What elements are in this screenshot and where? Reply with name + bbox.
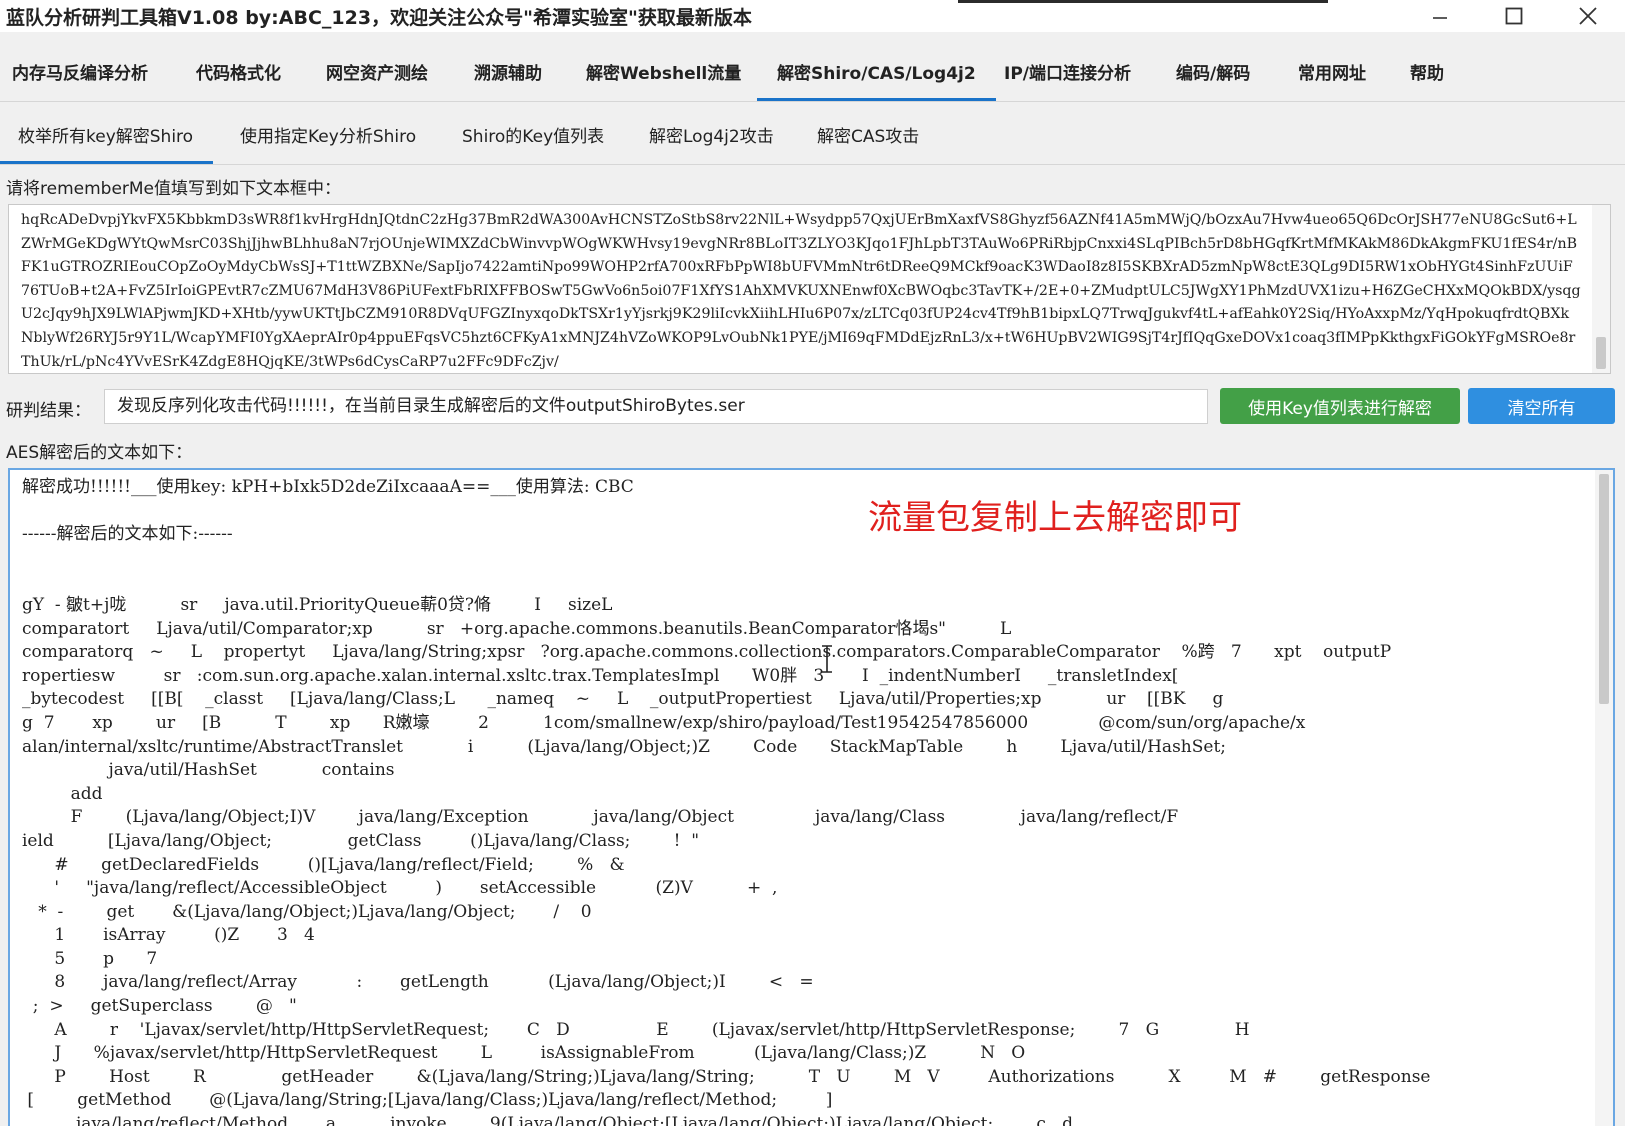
- rememberme-label: 请将rememberMe值填写到如下文本框中：: [6, 179, 342, 199]
- aes-output-line: F (Ljava/lang/Object;I)V java/lang/Excep…: [22, 807, 1179, 828]
- main-tab-divider: [0, 101, 1625, 102]
- aes-output-line: ' "java/lang/reflect/AccessibleObject ) …: [22, 878, 778, 899]
- tab-encode-decode[interactable]: 编码/解码: [1176, 52, 1250, 102]
- window-title: 蓝队分析研判工具箱V1.08 by:ABC_123，欢迎关注公众号"希潭实验室"…: [6, 7, 752, 29]
- subtab-decrypt-cas[interactable]: 解密CAS攻击: [817, 115, 919, 165]
- aes-output-line: g 7 xp ur [B T xp R嫩壕 2 1com/smallnew/ex…: [22, 712, 1306, 733]
- minimize-button[interactable]: [1414, 0, 1466, 32]
- tab-decrypt-shiro-cas-log4j2[interactable]: 解密Shiro/CAS/Log4j2: [757, 52, 996, 102]
- text-cursor-icon: [820, 644, 834, 674]
- maximize-icon: [1504, 6, 1524, 26]
- subtab-shiro-key-list[interactable]: Shiro的Key值列表: [462, 115, 604, 165]
- subtab-enumerate-keys-shiro[interactable]: 枚举所有key解密Shiro: [0, 115, 214, 165]
- title-bar: 蓝队分析研判工具箱V1.08 by:ABC_123，欢迎关注公众号"希潭实验室"…: [0, 0, 1625, 32]
- aes-output-line: comparatorq ~ L propertyt Ljava/lang/Str…: [22, 642, 1392, 663]
- subtab-specified-key-shiro[interactable]: 使用指定Key分析Shiro: [240, 115, 416, 165]
- red-annotation-text: 流量包复制上去解密即可: [868, 498, 1242, 538]
- aes-output-line: ; > getSuperclass @ ": [22, 996, 297, 1017]
- tab-decrypt-webshell-traffic[interactable]: 解密Webshell流量: [586, 52, 741, 102]
- aes-output-line: [22, 547, 1582, 571]
- aes-output-line: [ getMethod @(Ljava/lang/String;[Ljava/l…: [22, 1090, 833, 1111]
- aes-output-line: 5 p 7: [22, 948, 158, 969]
- aes-output-line: alan/internal/xsltc/runtime/AbstractTran…: [22, 736, 1227, 757]
- clear-all-button[interactable]: 清空所有: [1468, 388, 1615, 424]
- aes-output-line: [22, 570, 1582, 594]
- aes-output-line: ropertiesw sr :com.sun.org.apache.xalan.…: [22, 665, 1179, 686]
- aes-output-line: P Host R getHeader &(Ljava/lang/String;)…: [22, 1066, 1431, 1087]
- main-tab-bar: 内存马反编译分析 代码格式化 网空资产测绘 溯源辅助 解密Webshell流量 …: [0, 52, 1625, 102]
- sub-tab-divider: [0, 164, 1625, 165]
- aes-output-label: AES解密后的文本如下：: [6, 443, 193, 463]
- aes-output-line: ield [Ljava/lang/Object; getClass ()Ljav…: [22, 830, 700, 851]
- aes-output-scrollbar[interactable]: [1595, 470, 1613, 1126]
- tab-code-format[interactable]: 代码格式化: [196, 52, 281, 102]
- rememberme-scrollbar-thumb[interactable]: [1596, 337, 1606, 369]
- sub-tab-bar: 枚举所有key解密Shiro 使用指定Key分析Shiro Shiro的Key值…: [0, 115, 1625, 165]
- maximize-button[interactable]: [1488, 0, 1540, 32]
- decrypt-with-key-list-button[interactable]: 使用Key值列表进行解密: [1220, 388, 1460, 424]
- rememberme-value: hqRcADeDvpjYkvFX5KbbkmD3sWR8f1kvHrgHdnJQ…: [21, 212, 1581, 370]
- aes-output-line: comparatort Ljava/util/Comparator;xp sr …: [22, 618, 1012, 639]
- subtab-decrypt-log4j2[interactable]: 解密Log4j2攻击: [649, 115, 774, 165]
- aes-output-line: 解密成功!!!!!!___使用key: kPH+bIxk5D2deZiIxcaa…: [22, 477, 634, 497]
- minimize-icon: [1431, 7, 1449, 25]
- close-icon: [1578, 6, 1598, 26]
- aes-output-line: java/lang/reflect/Method a invoke 9(Ljav…: [22, 1114, 1074, 1126]
- tab-common-urls[interactable]: 常用网址: [1298, 52, 1366, 102]
- aes-output-scrollbar-thumb[interactable]: [1599, 474, 1609, 704]
- close-button[interactable]: [1562, 0, 1614, 32]
- rememberme-scrollbar[interactable]: [1592, 205, 1610, 373]
- aes-output-line: add: [22, 783, 103, 804]
- aes-output-line: J %javax/servlet/http/HttpServletRequest…: [22, 1043, 1026, 1064]
- aes-output-textarea[interactable]: 解密成功!!!!!!___使用key: kPH+bIxk5D2deZiIxcaa…: [8, 468, 1615, 1126]
- aes-output-line: java/util/HashSet contains: [22, 760, 395, 781]
- aes-output-line: [22, 500, 1582, 524]
- tab-cyberspace-asset-mapping[interactable]: 网空资产测绘: [326, 52, 428, 102]
- tab-memory-shell-decompile[interactable]: 内存马反编译分析: [12, 52, 148, 102]
- rememberme-textarea[interactable]: hqRcADeDvpjYkvFX5KbbkmD3sWR8f1kvHrgHdnJQ…: [8, 204, 1611, 374]
- result-label: 研判结果：: [6, 401, 91, 421]
- aes-output-line: # getDeclaredFields ()[Ljava/lang/reflec…: [22, 854, 625, 875]
- aes-output-line: gY - 皺t+j咙 sr java.util.PriorityQueue蔪0贷…: [22, 594, 613, 615]
- aes-output-line: ------解密后的文本如下:------: [22, 524, 233, 545]
- tab-ip-port-connection[interactable]: IP/端口连接分析: [1004, 52, 1131, 102]
- aes-output-line: A r 'Ljavax/servlet/http/HttpServletRequ…: [22, 1019, 1250, 1040]
- aes-output-line: 8 java/lang/reflect/Array : getLength (L…: [22, 972, 814, 993]
- aes-output-text: 解密成功!!!!!!___使用key: kPH+bIxk5D2deZiIxcaa…: [22, 476, 1582, 1126]
- aes-output-line: * - get &(Ljava/lang/Object;)Ljava/lang/…: [22, 901, 592, 922]
- aes-output-line: 1 isArray ()Z 3 4: [22, 925, 315, 946]
- result-field[interactable]: 发现反序列化攻击代码!!!!!!，在当前目录生成解密后的文件outputShir…: [104, 389, 1208, 424]
- tab-trace-source[interactable]: 溯源辅助: [474, 52, 542, 102]
- aes-output-line: _bytecodest [[B[ _classt [Ljava/lang/Cla…: [22, 689, 1224, 710]
- tab-help[interactable]: 帮助: [1410, 52, 1444, 102]
- title-bar-accent-line: [958, 0, 1328, 3]
